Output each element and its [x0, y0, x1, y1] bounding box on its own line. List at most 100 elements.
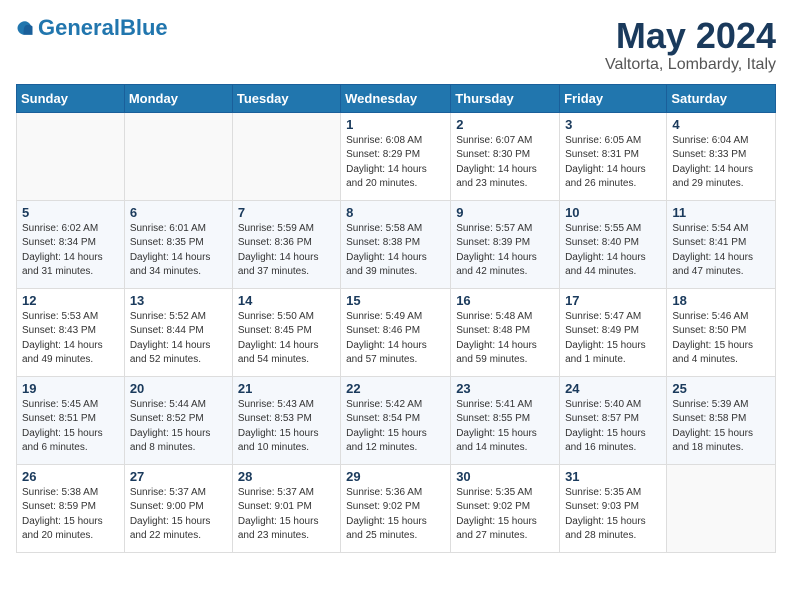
day-number: 7 — [238, 205, 335, 220]
day-info: Sunrise: 5:53 AMSunset: 8:43 PMDaylight:… — [22, 310, 119, 368]
calendar-cell — [17, 112, 125, 200]
day-number: 18 — [672, 293, 770, 308]
day-number: 8 — [346, 205, 445, 220]
day-number: 6 — [130, 205, 227, 220]
day-number: 28 — [238, 469, 335, 484]
day-number: 30 — [456, 469, 554, 484]
day-header-wednesday: Wednesday — [341, 84, 451, 112]
calendar-week-5: 26 Sunrise: 5:38 AMSunset: 8:59 PMDayligh… — [17, 464, 776, 552]
day-info: Sunrise: 5:55 AMSunset: 8:40 PMDaylight:… — [565, 222, 661, 280]
calendar-cell: 8 Sunrise: 5:58 AMSunset: 8:38 PMDaylight… — [341, 200, 451, 288]
day-info: Sunrise: 6:01 AMSunset: 8:35 PMDaylight:… — [130, 222, 227, 280]
day-header-sunday: Sunday — [17, 84, 125, 112]
calendar-cell: 24 Sunrise: 5:40 AMSunset: 8:57 PMDayligh… — [560, 376, 667, 464]
calendar-cell: 4 Sunrise: 6:04 AMSunset: 8:33 PMDaylight… — [667, 112, 776, 200]
day-info: Sunrise: 5:57 AMSunset: 8:39 PMDaylight:… — [456, 222, 554, 280]
day-number: 1 — [346, 117, 445, 132]
calendar-cell: 28Sunrise: 5:37 AMSunset: 9:01 PMDayligh… — [232, 464, 340, 552]
day-number: 21 — [238, 381, 335, 396]
day-info: Sunrise: 5:54 AMSunset: 8:41 PMDaylight:… — [672, 222, 770, 280]
day-number: 25 — [672, 381, 770, 396]
calendar-cell — [124, 112, 232, 200]
day-info: Sunrise: 5:52 AMSunset: 8:44 PMDaylight:… — [130, 310, 227, 368]
day-info: Sunrise: 5:41 AMSunset: 8:55 PMDaylight:… — [456, 398, 554, 456]
day-header-monday: Monday — [124, 84, 232, 112]
day-info: Sunrise: 5:50 AMSunset: 8:45 PMDaylight:… — [238, 310, 335, 368]
calendar-cell: 6 Sunrise: 6:01 AMSunset: 8:35 PMDaylight… — [124, 200, 232, 288]
calendar-cell: 16Sunrise: 5:48 AMSunset: 8:48 PMDayligh… — [451, 288, 560, 376]
day-header-saturday: Saturday — [667, 84, 776, 112]
day-number: 13 — [130, 293, 227, 308]
day-info: Sunrise: 5:40 AMSunset: 8:57 PMDaylight:… — [565, 398, 661, 456]
day-info: Sunrise: 5:58 AMSunset: 8:38 PMDaylight:… — [346, 222, 445, 280]
calendar-cell: 15Sunrise: 5:49 AMSunset: 8:46 PMDayligh… — [341, 288, 451, 376]
day-header-tuesday: Tuesday — [232, 84, 340, 112]
calendar-cell: 20Sunrise: 5:44 AMSunset: 8:52 PMDayligh… — [124, 376, 232, 464]
day-number: 27 — [130, 469, 227, 484]
calendar-week-3: 12 Sunrise: 5:53 AMSunset: 8:43 PMDayligh… — [17, 288, 776, 376]
calendar-cell: 19Sunrise: 5:45 AMSunset: 8:51 PMDayligh… — [17, 376, 125, 464]
title-block: May 2024 Valtorta, Lombardy, Italy — [605, 16, 776, 74]
day-number: 12 — [22, 293, 119, 308]
logo: GeneralBlue — [16, 16, 168, 40]
calendar-cell: 5 Sunrise: 6:02 AMSunset: 8:34 PMDaylight… — [17, 200, 125, 288]
calendar-cell: 25 Sunrise: 5:39 AMSunset: 8:58 PMDayligh… — [667, 376, 776, 464]
calendar-cell — [232, 112, 340, 200]
day-number: 24 — [565, 381, 661, 396]
day-number: 22 — [346, 381, 445, 396]
day-number: 10 — [565, 205, 661, 220]
day-number: 14 — [238, 293, 335, 308]
day-info: Sunrise: 5:43 AMSunset: 8:53 PMDaylight:… — [238, 398, 335, 456]
logo-general: General — [38, 15, 120, 40]
calendar-header-row: SundayMondayTuesdayWednesdayThursdayFrid… — [17, 84, 776, 112]
calendar-week-1: 1 Sunrise: 6:08 AMSunset: 8:29 PMDaylight… — [17, 112, 776, 200]
day-info: Sunrise: 5:46 AMSunset: 8:50 PMDaylight:… — [672, 310, 770, 368]
day-info: Sunrise: 5:35 AMSunset: 9:02 PMDaylight:… — [456, 486, 554, 544]
calendar-cell: 22Sunrise: 5:42 AMSunset: 8:54 PMDayligh… — [341, 376, 451, 464]
day-info: Sunrise: 6:08 AMSunset: 8:29 PMDaylight:… — [346, 134, 445, 192]
calendar-week-4: 19Sunrise: 5:45 AMSunset: 8:51 PMDayligh… — [17, 376, 776, 464]
day-number: 5 — [22, 205, 119, 220]
day-info: Sunrise: 5:36 AMSunset: 9:02 PMDaylight:… — [346, 486, 445, 544]
calendar-cell: 12 Sunrise: 5:53 AMSunset: 8:43 PMDayligh… — [17, 288, 125, 376]
calendar-week-2: 5 Sunrise: 6:02 AMSunset: 8:34 PMDaylight… — [17, 200, 776, 288]
calendar-cell: 14 Sunrise: 5:50 AMSunset: 8:45 PMDayligh… — [232, 288, 340, 376]
day-number: 26 — [22, 469, 119, 484]
day-info: Sunrise: 6:02 AMSunset: 8:34 PMDaylight:… — [22, 222, 119, 280]
day-info: Sunrise: 6:04 AMSunset: 8:33 PMDaylight:… — [672, 134, 770, 192]
calendar-cell — [667, 464, 776, 552]
day-info: Sunrise: 6:07 AMSunset: 8:30 PMDaylight:… — [456, 134, 554, 192]
day-header-thursday: Thursday — [451, 84, 560, 112]
day-info: Sunrise: 5:45 AMSunset: 8:51 PMDaylight:… — [22, 398, 119, 456]
day-number: 17 — [565, 293, 661, 308]
calendar-cell: 13 Sunrise: 5:52 AMSunset: 8:44 PMDayligh… — [124, 288, 232, 376]
day-info: Sunrise: 5:38 AMSunset: 8:59 PMDaylight:… — [22, 486, 119, 544]
day-info: Sunrise: 5:59 AMSunset: 8:36 PMDaylight:… — [238, 222, 335, 280]
location: Valtorta, Lombardy, Italy — [605, 56, 776, 74]
day-number: 31 — [565, 469, 661, 484]
day-info: Sunrise: 6:05 AMSunset: 8:31 PMDaylight:… — [565, 134, 661, 192]
calendar-cell: 10 Sunrise: 5:55 AMSunset: 8:40 PMDayligh… — [560, 200, 667, 288]
day-number: 9 — [456, 205, 554, 220]
calendar-cell: 2 Sunrise: 6:07 AMSunset: 8:30 PMDaylight… — [451, 112, 560, 200]
calendar-cell: 1 Sunrise: 6:08 AMSunset: 8:29 PMDaylight… — [341, 112, 451, 200]
calendar-cell: 21 Sunrise: 5:43 AMSunset: 8:53 PMDayligh… — [232, 376, 340, 464]
calendar-cell: 17Sunrise: 5:47 AMSunset: 8:49 PMDayligh… — [560, 288, 667, 376]
day-number: 4 — [672, 117, 770, 132]
calendar-cell: 18 Sunrise: 5:46 AMSunset: 8:50 PMDayligh… — [667, 288, 776, 376]
day-number: 16 — [456, 293, 554, 308]
calendar-cell: 27Sunrise: 5:37 AMSunset: 9:00 PMDayligh… — [124, 464, 232, 552]
calendar-cell: 30 Sunrise: 5:35 AMSunset: 9:02 PMDayligh… — [451, 464, 560, 552]
day-number: 20 — [130, 381, 227, 396]
day-number: 11 — [672, 205, 770, 220]
calendar-cell: 7 Sunrise: 5:59 AMSunset: 8:36 PMDaylight… — [232, 200, 340, 288]
day-info: Sunrise: 5:35 AMSunset: 9:03 PMDaylight:… — [565, 486, 661, 544]
logo-blue: Blue — [120, 15, 168, 40]
day-info: Sunrise: 5:39 AMSunset: 8:58 PMDaylight:… — [672, 398, 770, 456]
day-info: Sunrise: 5:49 AMSunset: 8:46 PMDaylight:… — [346, 310, 445, 368]
calendar-cell: 3Sunrise: 6:05 AMSunset: 8:31 PMDaylight… — [560, 112, 667, 200]
calendar-cell: 9 Sunrise: 5:57 AMSunset: 8:39 PMDaylight… — [451, 200, 560, 288]
day-number: 2 — [456, 117, 554, 132]
month-title: May 2024 — [605, 16, 776, 56]
logo-icon — [16, 19, 34, 37]
